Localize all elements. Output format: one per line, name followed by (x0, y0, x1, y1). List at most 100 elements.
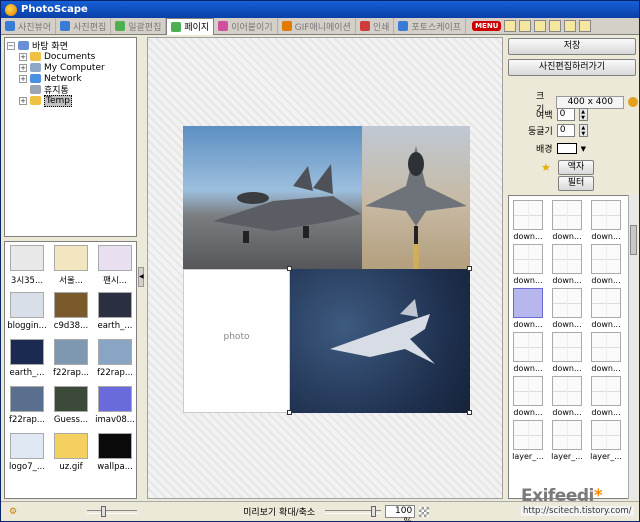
template-item[interactable]: down... (512, 200, 544, 244)
template-item[interactable]: layer_... (512, 420, 544, 464)
template-item[interactable]: down... (590, 332, 622, 376)
template-item[interactable]: down... (512, 288, 544, 332)
resize-handle-br[interactable] (467, 410, 472, 415)
thumbnail-item[interactable]: 서울... (51, 245, 91, 292)
template-item[interactable]: down... (551, 332, 583, 376)
expander-icon[interactable]: − (7, 41, 15, 50)
tab-label: 이어붙이기 (231, 22, 273, 33)
folder-toolbar-icon[interactable] (534, 20, 547, 32)
thumbnail-caption: c9d38... (53, 321, 89, 331)
tree-item[interactable]: 휴지통 (7, 84, 134, 96)
template-preview (591, 200, 621, 230)
thumbnail-item[interactable]: f22rap... (51, 339, 91, 386)
template-item[interactable]: layer_... (590, 420, 622, 464)
photo-cell-1[interactable] (183, 126, 362, 269)
tab-0[interactable]: 사진뷰어 (1, 18, 57, 34)
layout-icon[interactable]: ⚙ (9, 507, 17, 517)
size-lock-icon[interactable] (628, 97, 638, 107)
template-item[interactable]: down... (512, 332, 544, 376)
thumbnail-item[interactable]: 3시35... (7, 245, 47, 292)
resize-handle-tl[interactable] (287, 266, 292, 271)
tree-item[interactable]: + Temp (7, 94, 134, 107)
app-logo-icon (5, 3, 17, 16)
bg-color-swatch[interactable] (556, 143, 577, 154)
template-item[interactable]: layer_... (551, 420, 583, 464)
empty-photo-cell[interactable]: photo (183, 269, 290, 413)
template-item[interactable]: down... (590, 200, 622, 244)
tree-item[interactable]: + Documents (7, 51, 134, 62)
watermark-logo: Exifeedi* (521, 486, 603, 506)
photo-cell-4[interactable] (290, 269, 470, 413)
thumbnail-item[interactable]: f22rap... (7, 386, 47, 433)
panel-collapse-handle[interactable]: ◀ (138, 267, 144, 287)
expander-icon[interactable]: + (19, 52, 27, 61)
go-to-editor-button[interactable]: 사진편집하러가기 (508, 59, 636, 76)
template-item[interactable]: down... (551, 200, 583, 244)
thumbnail-item[interactable]: logo7_... (7, 433, 47, 480)
tree-item[interactable]: + Network (7, 73, 134, 84)
save-button[interactable]: 저장 (508, 38, 636, 55)
help-toolbar-icon[interactable] (579, 20, 592, 32)
resize-handle-bl[interactable] (287, 410, 292, 415)
template-item[interactable]: down... (590, 376, 622, 420)
resize-handle-tr[interactable] (467, 266, 472, 271)
thumbnail-item[interactable]: Guess... (51, 386, 91, 433)
filter-button[interactable]: 필터 (558, 176, 594, 191)
bg-dropdown-icon[interactable]: ▼ (581, 145, 586, 153)
folder-tree: − 바탕 화면 + Documents + My Computer + Network 휴지통 +… (4, 37, 137, 237)
template-item[interactable]: down... (551, 376, 583, 420)
template-item[interactable]: down... (551, 244, 583, 288)
expander-icon[interactable]: + (19, 74, 27, 83)
thumbnail-item[interactable]: f22rap... (95, 339, 135, 386)
menu-button[interactable]: MENU (472, 21, 502, 31)
template-preview (591, 244, 621, 274)
thumbnail-item[interactable]: earth_... (95, 292, 135, 339)
tab-4[interactable]: 이어붙이기 (214, 18, 278, 34)
thumbnail-item[interactable]: wallpa... (95, 433, 135, 480)
zoom-value[interactable]: 100 % (385, 505, 416, 522)
tab-7[interactable]: 포토스케이프 (394, 18, 467, 34)
template-item[interactable]: down... (590, 244, 622, 288)
template-caption: down... (552, 276, 582, 285)
tab-1[interactable]: 사진편집 (56, 18, 112, 34)
tab-3[interactable]: 페이지 (166, 17, 215, 35)
tab-2[interactable]: 일괄편집 (111, 18, 167, 34)
expander-icon[interactable]: + (19, 96, 27, 105)
margin-input[interactable]: 0 (556, 108, 575, 121)
margin-spinner[interactable]: ▲ ▼ (578, 108, 588, 121)
template-item[interactable]: down... (590, 288, 622, 332)
thumbnail-size-slider[interactable] (87, 505, 138, 517)
thumbnail-slider-knob[interactable] (101, 505, 107, 517)
round-spinner[interactable]: ▲ ▼ (578, 124, 588, 137)
thumbnail-item[interactable]: uz.gif (51, 433, 91, 480)
tab-label: 포토스케이프 (411, 22, 462, 33)
tab-6[interactable]: 인쇄 (356, 18, 395, 34)
template-item[interactable]: down... (551, 288, 583, 332)
tree-item[interactable]: + My Computer (7, 62, 134, 73)
tree-item[interactable]: − 바탕 화면 (7, 40, 134, 52)
template-scrollbar[interactable] (628, 195, 638, 499)
expander-icon[interactable]: + (19, 63, 27, 72)
thumbnail-item[interactable]: imav08... (95, 386, 135, 433)
checker-icon[interactable] (419, 506, 430, 517)
template-item[interactable]: down... (512, 376, 544, 420)
wide-toolbar-icon[interactable] (564, 20, 577, 32)
desktop-icon (18, 41, 29, 50)
scroll-thumb[interactable] (630, 225, 637, 255)
preview-zoom-slider[interactable] (325, 505, 382, 517)
screen-toolbar-icon[interactable] (549, 20, 562, 32)
template-item[interactable]: down... (512, 244, 544, 288)
star-toolbar-icon[interactable] (504, 20, 517, 32)
preview-slider-knob[interactable] (371, 505, 377, 517)
frame-button[interactable]: 액자 (558, 160, 594, 175)
trash-icon (30, 85, 41, 94)
settings-toolbar-icon[interactable] (519, 20, 532, 32)
tab-5[interactable]: GIF애니메이션 (278, 18, 356, 34)
tree-item-label: Network (44, 73, 82, 84)
thumbnail-item[interactable]: bloggin... (7, 292, 47, 339)
thumbnail-item[interactable]: c9d38... (51, 292, 91, 339)
thumbnail-item[interactable]: 팬시... (95, 245, 135, 292)
photo-cell-2[interactable] (362, 126, 470, 269)
thumbnail-item[interactable]: earth_... (7, 339, 47, 386)
round-input[interactable]: 0 (556, 124, 575, 137)
